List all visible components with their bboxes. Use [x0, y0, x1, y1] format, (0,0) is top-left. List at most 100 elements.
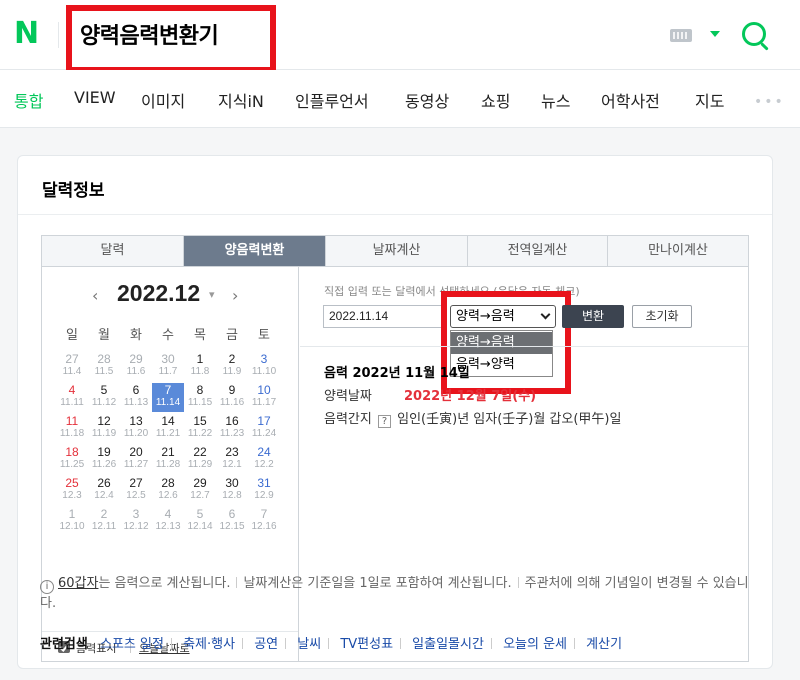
calendar-day[interactable]: 6 12.15: [216, 507, 248, 536]
calendar-day[interactable]: 18 11.25: [56, 445, 88, 474]
tab-discharge-calc[interactable]: 전역일계산: [468, 236, 608, 266]
lunar-day-number: 12.1: [222, 459, 242, 470]
search-tabs: 통합 VIEW 이미지 지식iN 인플루언서 동영상 쇼핑 뉴스 어학사전 지도…: [0, 70, 800, 128]
calendar-day[interactable]: 4 11.11: [56, 383, 88, 412]
related-link[interactable]: 일출일몰시간: [412, 637, 484, 652]
month-caret-icon[interactable]: ▾: [209, 288, 215, 301]
more-tabs-icon[interactable]: •••: [754, 94, 785, 110]
calendar-day[interactable]: 2 11.9: [216, 352, 248, 381]
calendar-day[interactable]: 5 12.14: [184, 507, 216, 536]
tab-kin[interactable]: 지식iN: [218, 88, 264, 112]
calendar-day[interactable]: 11 11.18: [56, 414, 88, 443]
calendar-day[interactable]: 4 12.13: [152, 507, 184, 536]
query-highlight-box: [66, 5, 276, 73]
solar-day-number: 12: [97, 414, 111, 428]
calendar-day[interactable]: 5 11.12: [88, 383, 120, 412]
reset-button[interactable]: 초기화: [632, 305, 692, 328]
keyboard-icon[interactable]: [670, 29, 692, 42]
related-link[interactable]: 날씨: [297, 637, 321, 652]
tab-dictionary[interactable]: 어학사전: [601, 88, 660, 112]
calendar-day[interactable]: 6 11.13: [120, 383, 152, 412]
prev-month-button[interactable]: ‹: [92, 286, 98, 305]
calendar-day[interactable]: 3 11.10: [248, 352, 280, 381]
calendar-day[interactable]: 21 11.28: [152, 445, 184, 474]
calendar-day[interactable]: 17 11.24: [248, 414, 280, 443]
calendar-day[interactable]: 7 12.16: [248, 507, 280, 536]
related-link[interactable]: TV편성표: [340, 637, 393, 652]
calendar-day[interactable]: 20 11.27: [120, 445, 152, 474]
logo-divider: [58, 22, 59, 48]
solar-day-number: 11: [65, 414, 79, 428]
tab-calendar[interactable]: 달력: [42, 236, 184, 266]
question-icon[interactable]: ?: [377, 415, 391, 428]
solar-day-number: 25: [65, 476, 79, 490]
lunar-day-number: 11.16: [219, 397, 245, 408]
calendar-day[interactable]: 23 12.1: [216, 445, 248, 474]
calendar-day[interactable]: 30 12.8: [216, 476, 248, 505]
calendar-day[interactable]: 27 11.4: [56, 352, 88, 381]
tab-map[interactable]: 지도: [695, 88, 724, 112]
tab-video[interactable]: 동영상: [405, 88, 449, 112]
related-link[interactable]: 축제·행사: [183, 637, 235, 652]
month-title[interactable]: 2022.12: [117, 280, 200, 307]
calendar-day[interactable]: 8 11.15: [184, 383, 216, 412]
weekday-header: 일 월 화 수 목 금 토: [56, 324, 288, 344]
calendar-day[interactable]: 13 11.20: [120, 414, 152, 443]
caret-down-icon[interactable]: [710, 31, 720, 37]
lunar-day-number: 12.13: [155, 521, 181, 532]
tab-date-calc[interactable]: 날짜계산: [326, 236, 468, 266]
info-icon: i: [40, 580, 54, 594]
info-divider: [236, 577, 238, 588]
tab-images[interactable]: 이미지: [141, 88, 185, 112]
calendar-day[interactable]: 31 12.9: [248, 476, 280, 505]
search-icon[interactable]: [742, 22, 766, 46]
related-divider: [170, 638, 172, 649]
lunar-day-number: 11.19: [91, 428, 117, 439]
date-input[interactable]: 2022.11.14: [323, 305, 445, 328]
related-link[interactable]: 오늘의 운세: [503, 637, 567, 652]
naver-logo[interactable]: N: [14, 19, 42, 49]
calendar-day[interactable]: 24 12.2: [248, 445, 280, 474]
calendar-day[interactable]: 10 11.17: [248, 383, 280, 412]
info-divider: [517, 577, 519, 588]
lunar-day-number: 11.10: [251, 366, 277, 377]
related-link[interactable]: 계산기: [586, 637, 622, 652]
tab-age-calc[interactable]: 만나이계산: [608, 236, 748, 266]
tab-news[interactable]: 뉴스: [541, 88, 570, 112]
calendar-day[interactable]: 29 12.7: [184, 476, 216, 505]
solar-day-number: 28: [97, 352, 111, 366]
calendar-day[interactable]: 1 11.8: [184, 352, 216, 381]
calendar-day[interactable]: 30 11.7: [152, 352, 184, 381]
info-text-2: 날짜계산은 기준일을 1일로 포함하여 계산됩니다.: [243, 576, 512, 591]
calendar-day[interactable]: 16 11.23: [216, 414, 248, 443]
lunar-day-number: 11.15: [187, 397, 213, 408]
calendar-day[interactable]: 22 11.29: [184, 445, 216, 474]
calendar-day[interactable]: 9 11.16: [216, 383, 248, 412]
calendar-day[interactable]: 14 11.21: [152, 414, 184, 443]
calendar-day-selected[interactable]: 7 11.14: [152, 383, 184, 412]
calendar-day[interactable]: 26 12.4: [88, 476, 120, 505]
calendar-day[interactable]: 29 11.6: [120, 352, 152, 381]
lunar-day-number: 11.20: [123, 428, 149, 439]
calendar-day[interactable]: 19 11.26: [88, 445, 120, 474]
tab-influencer[interactable]: 인플루언서: [295, 88, 369, 112]
tab-lunar-converter[interactable]: 양음력변환: [184, 236, 326, 266]
next-month-button[interactable]: ›: [232, 286, 238, 305]
related-link[interactable]: 스포츠 일정: [100, 637, 164, 652]
calendar-day[interactable]: 3 12.12: [120, 507, 152, 536]
tab-shopping[interactable]: 쇼핑: [481, 88, 510, 112]
tab-integrated[interactable]: 통합: [14, 88, 43, 112]
related-link[interactable]: 공연: [254, 637, 278, 652]
calendar-day[interactable]: 28 12.6: [152, 476, 184, 505]
tab-view[interactable]: VIEW: [74, 88, 116, 107]
calendar-day[interactable]: 27 12.5: [120, 476, 152, 505]
sexagenary-link[interactable]: 60갑자: [58, 576, 98, 591]
calendar-day[interactable]: 1 12.10: [56, 507, 88, 536]
calendar-day[interactable]: 12 11.19: [88, 414, 120, 443]
calendar-day[interactable]: 28 11.5: [88, 352, 120, 381]
convert-button[interactable]: 변환: [562, 305, 624, 328]
calendar-day[interactable]: 25 12.3: [56, 476, 88, 505]
calendar-day[interactable]: 15 11.22: [184, 414, 216, 443]
calendar-day[interactable]: 2 12.11: [88, 507, 120, 536]
lunar-day-number: 11.25: [59, 459, 85, 470]
